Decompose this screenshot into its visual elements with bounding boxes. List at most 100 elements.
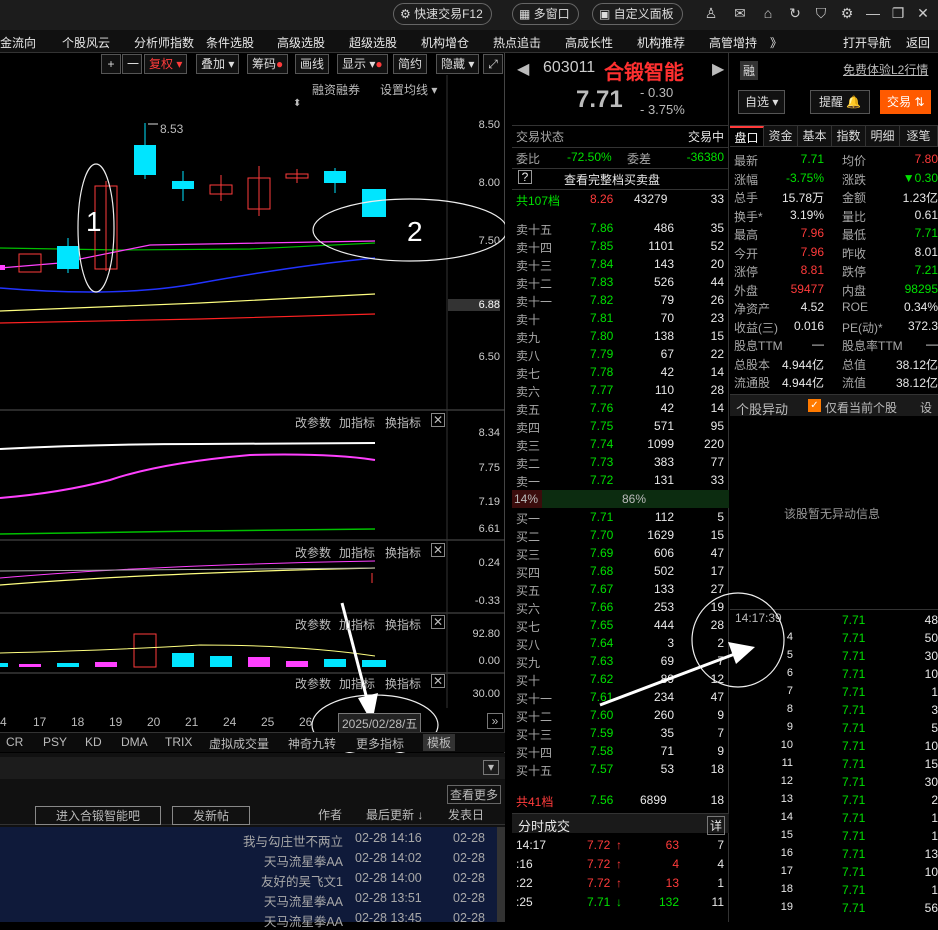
tab-trix[interactable]: TRIX [165, 735, 192, 749]
post-date-column-header[interactable]: 发表日 [448, 806, 484, 823]
tab-cr[interactable]: CR [6, 735, 23, 749]
sell-level-row[interactable]: 卖四 7.75 571 95 [512, 417, 729, 435]
quick-trade-button[interactable]: ⚙ 快速交易F12 [393, 3, 492, 25]
tab-basic[interactable]: 基本 [798, 126, 832, 146]
buy-level-row[interactable]: 买一 7.71 112 5 [512, 508, 729, 526]
add-indicator-link[interactable]: 加指标 [339, 616, 375, 633]
sell-level-row[interactable]: 卖五 7.76 42 14 [512, 399, 729, 417]
scrollbar[interactable] [497, 827, 505, 922]
kline-chart-area[interactable]: + 一 复权 ▾ 叠加 ▾ 筹码● 画线 显示 ▾● 简约 隐藏 ▾ ⤢ 融资融… [0, 53, 505, 753]
buy-level-row[interactable]: 买二 7.70 1629 15 [512, 526, 729, 544]
menu-open-nav[interactable]: 打开导航 [843, 34, 891, 51]
menu-hotspot[interactable]: 热点追击 [493, 34, 541, 51]
sell-level-row[interactable]: 卖二 7.73 383 77 [512, 453, 729, 471]
sell-level-row[interactable]: 卖十三 7.84 143 20 [512, 255, 729, 273]
sell-level-row[interactable]: 卖九 7.80 138 15 [512, 327, 729, 345]
buy-level-row[interactable]: 买十五 7.57 53 18 [512, 760, 729, 778]
menu-analyst-index[interactable]: 分析师指数 [134, 34, 194, 51]
menu-fund-flow[interactable]: 金流向 [0, 34, 36, 51]
tab-pankou[interactable]: 盘口 [730, 126, 764, 146]
sell-level-row[interactable]: 卖十五 7.86 486 35 [512, 219, 729, 237]
enter-bar-button[interactable]: 进入合锻智能吧 [35, 806, 162, 825]
minimize-icon[interactable]: — [864, 5, 882, 21]
add-indicator-link[interactable]: 加指标 [339, 544, 375, 561]
post-row[interactable]: 天马流星拳AA 02-28 14:02 02-28 [0, 849, 505, 869]
menu-inst-increase[interactable]: 机构增仓 [421, 34, 469, 51]
collapse-icon[interactable]: ▾ [483, 760, 499, 775]
next-stock-icon[interactable]: ▶ [712, 59, 724, 79]
tab-tick-by-tick[interactable]: 逐笔 [900, 126, 938, 146]
buy-level-row[interactable]: 买三 7.69 606 47 [512, 544, 729, 562]
edit-params-link[interactable]: 改参数 [295, 544, 331, 561]
menu-high-growth[interactable]: 高成长性 [565, 34, 613, 51]
tab-psy[interactable]: PSY [43, 735, 67, 749]
sell-level-row[interactable]: 卖三 7.74 1099 220 [512, 435, 729, 453]
post-row[interactable]: 天马流星拳AA 02-28 13:45 02-28 [0, 909, 505, 929]
switch-indicator-link[interactable]: 换指标 [385, 414, 421, 431]
menu-exec-increase[interactable]: 高管增持 [709, 34, 757, 51]
mail-icon[interactable]: ✉ [731, 5, 749, 22]
custom-panel-button[interactable]: ▣ 自定义面板 [592, 3, 683, 25]
post-row[interactable]: 天马流星拳AA 02-28 13:51 02-28 [0, 889, 505, 909]
switch-indicator-link[interactable]: 换指标 [385, 616, 421, 633]
sell-level-row[interactable]: 卖十四 7.85 1101 52 [512, 237, 729, 255]
settings-icon[interactable]: ⚙ [838, 5, 856, 22]
prev-stock-icon[interactable]: ◀ [517, 59, 529, 79]
sell-level-row[interactable]: 卖十二 7.83 526 44 [512, 273, 729, 291]
post-row[interactable]: 我与勾庄世不两立 02-28 14:16 02-28 [0, 829, 505, 849]
alert-button[interactable]: 提醒 🔔 [810, 90, 871, 114]
multi-window-button[interactable]: ▦ 多窗口 [512, 3, 579, 25]
sell-level-row[interactable]: 卖一 7.72 131 33 [512, 471, 729, 489]
switch-indicator-link[interactable]: 换指标 [385, 544, 421, 561]
tab-template[interactable]: 模板 [423, 734, 456, 751]
free-l2-link[interactable]: 免费体验L2行情 [843, 61, 928, 78]
tab-index[interactable]: 指数 [832, 126, 866, 146]
buy-level-row[interactable]: 买十四 7.58 71 9 [512, 742, 729, 760]
tab-virtual-volume[interactable]: 虚拟成交量 [209, 735, 269, 752]
add-indicator-link[interactable]: 加指标 [339, 675, 375, 692]
menu-more[interactable]: 》 [770, 34, 782, 51]
trade-button[interactable]: 交易 ⇅ [880, 90, 932, 114]
user-icon[interactable]: ♙ [702, 5, 720, 22]
sell-level-row[interactable]: 卖八 7.79 67 22 [512, 345, 729, 363]
last-update-column-header[interactable]: 最后更新 ↓ [366, 806, 423, 823]
author-column-header[interactable]: 作者 [318, 806, 342, 823]
menu-back[interactable]: 返回 [906, 34, 930, 51]
new-post-button[interactable]: 发新帖 [172, 806, 251, 825]
edit-params-link[interactable]: 改参数 [295, 616, 331, 633]
switch-indicator-link[interactable]: 换指标 [385, 675, 421, 692]
tab-detail[interactable]: 明细 [866, 126, 900, 146]
close-panel-icon[interactable]: ✕ [431, 413, 445, 427]
watchlist-button[interactable]: 自选 ▾ [738, 90, 786, 114]
sell-level-row[interactable]: 卖十 7.81 70 23 [512, 309, 729, 327]
tab-kd[interactable]: KD [85, 735, 102, 749]
view-more-button[interactable]: 查看更多 [447, 785, 502, 804]
tab-fund[interactable]: 资金 [764, 126, 798, 146]
menu-super-pick[interactable]: 超级选股 [349, 34, 397, 51]
edit-params-link[interactable]: 改参数 [295, 675, 331, 692]
menu-inst-recommend[interactable]: 机构推荐 [637, 34, 685, 51]
updown-icon[interactable]: ⬍ [293, 98, 301, 109]
refresh-icon[interactable]: ↻ [786, 5, 804, 22]
sell-level-row[interactable]: 卖六 7.77 110 28 [512, 381, 729, 399]
view-full-book-row[interactable]: ? 查看完整档买卖盘 [512, 168, 729, 187]
edit-params-link[interactable]: 改参数 [295, 414, 331, 431]
close-panel-icon[interactable]: ✕ [431, 674, 445, 688]
add-indicator-link[interactable]: 加指标 [339, 414, 375, 431]
checkbox-checked[interactable]: ✓ [808, 399, 821, 412]
close-panel-icon[interactable]: ✕ [431, 543, 445, 557]
tick-detail-button[interactable]: 详 [706, 816, 725, 835]
shirt-icon[interactable]: ⛉ [812, 5, 830, 22]
tab-magic-nine[interactable]: 神奇九转 [288, 735, 336, 752]
menu-condition-pick[interactable]: 条件选股 [206, 34, 254, 51]
close-panel-icon[interactable]: ✕ [431, 615, 445, 629]
menu-stock-news[interactable]: 个股风云 [62, 34, 110, 51]
sell-level-row[interactable]: 卖十一 7.82 79 26 [512, 291, 729, 309]
home-icon[interactable]: ⌂ [759, 5, 777, 21]
only-current-label[interactable]: 仅看当前个股 [825, 399, 897, 416]
close-icon[interactable]: ✕ [914, 5, 932, 22]
tab-dma[interactable]: DMA [121, 735, 148, 749]
menu-advanced-pick[interactable]: 高级选股 [277, 34, 325, 51]
restore-icon[interactable]: ❐ [889, 5, 907, 22]
scroll-right-icon[interactable]: » [487, 713, 503, 729]
